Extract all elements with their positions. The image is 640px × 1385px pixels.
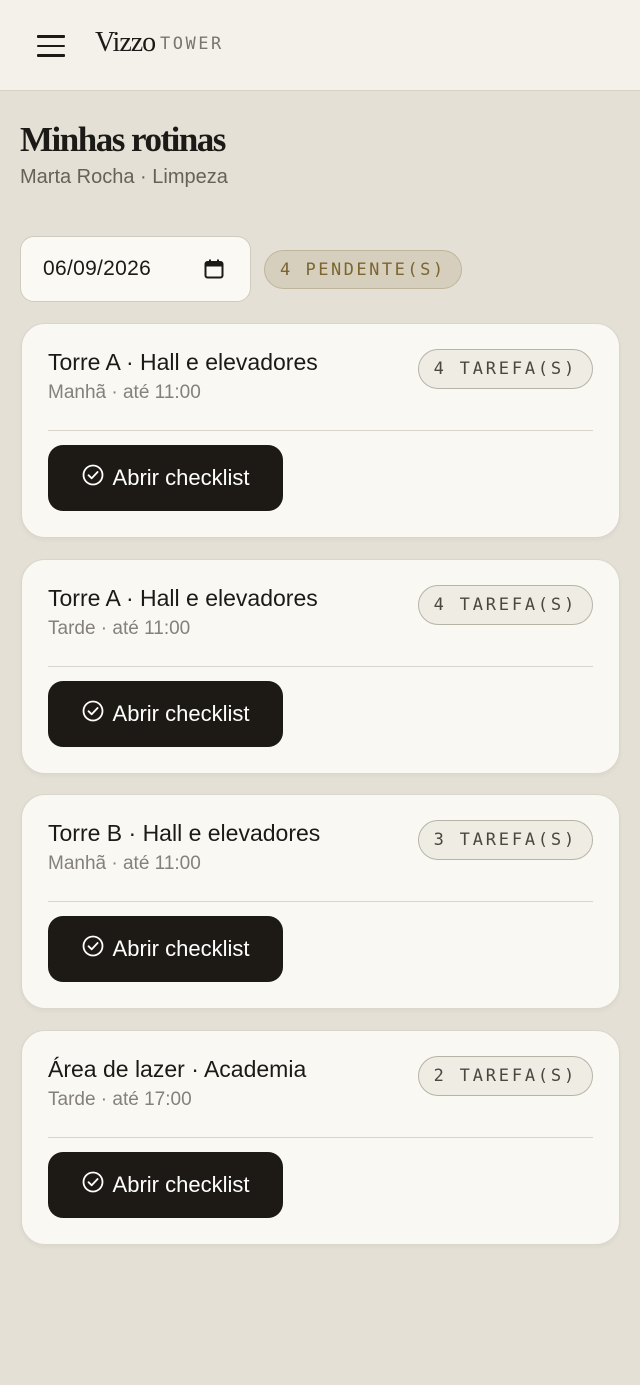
pending-badge: 4 PENDENTE(S) <box>264 250 462 289</box>
task-count-badge: 4 TAREFA(S) <box>417 349 593 389</box>
routine-meta: Tarde · até 11:00 <box>48 618 191 639</box>
card-divider <box>48 1137 593 1138</box>
routine-card: Torre A · Hall e elevadores Manhã · até … <box>21 323 620 538</box>
routine-meta: Tarde · até 17:00 <box>48 1089 192 1110</box>
card-divider <box>48 666 593 667</box>
routine-card: Torre A · Hall e elevadores Tarde · até … <box>21 559 620 774</box>
menu-icon[interactable] <box>37 35 65 57</box>
routine-card: Área de lazer · Academia Tarde · até 17:… <box>21 1030 620 1245</box>
open-checklist-button[interactable]: Abrir checklist <box>48 916 283 982</box>
task-count-badge: 4 TAREFA(S) <box>417 585 593 625</box>
open-checklist-button[interactable]: Abrir checklist <box>48 1152 283 1218</box>
routine-title: Torre A · Hall e elevadores <box>48 349 318 375</box>
open-checklist-button[interactable]: Abrir checklist <box>48 681 283 747</box>
date-value: 06/09/2026 <box>43 257 152 280</box>
open-checklist-label: Abrir checklist <box>112 701 250 726</box>
date-input[interactable]: 06/09/2026 <box>20 236 251 302</box>
check-circle-icon <box>82 1171 103 1193</box>
page-subtitle: Marta Rocha · Limpeza <box>20 166 228 188</box>
check-circle-icon <box>82 935 103 957</box>
open-checklist-label: Abrir checklist <box>112 465 250 490</box>
card-divider <box>48 430 593 431</box>
routine-card: Torre B · Hall e elevadores Manhã · até … <box>21 794 620 1009</box>
open-checklist-label: Abrir checklist <box>112 936 250 961</box>
calendar-icon[interactable] <box>204 259 224 279</box>
open-checklist-button[interactable]: Abrir checklist <box>48 445 283 511</box>
check-circle-icon <box>82 700 103 722</box>
top-bar: Vizzo TOWER <box>0 0 640 91</box>
page-title: Minhas rotinas <box>20 120 226 159</box>
open-checklist-label: Abrir checklist <box>112 1172 250 1197</box>
brand-sub: TOWER <box>160 34 224 54</box>
routine-meta: Manhã · até 11:00 <box>48 853 201 874</box>
check-circle-icon <box>82 464 103 486</box>
task-count-badge: 2 TAREFA(S) <box>417 1056 593 1096</box>
routine-meta: Manhã · até 11:00 <box>48 382 201 403</box>
routine-title: Torre B · Hall e elevadores <box>48 820 321 846</box>
brand-name: Vizzo <box>95 27 156 58</box>
routine-title: Área de lazer · Academia <box>48 1056 307 1082</box>
task-count-badge: 3 TAREFA(S) <box>417 820 593 860</box>
routine-title: Torre A · Hall e elevadores <box>48 585 318 611</box>
card-divider <box>48 901 593 902</box>
